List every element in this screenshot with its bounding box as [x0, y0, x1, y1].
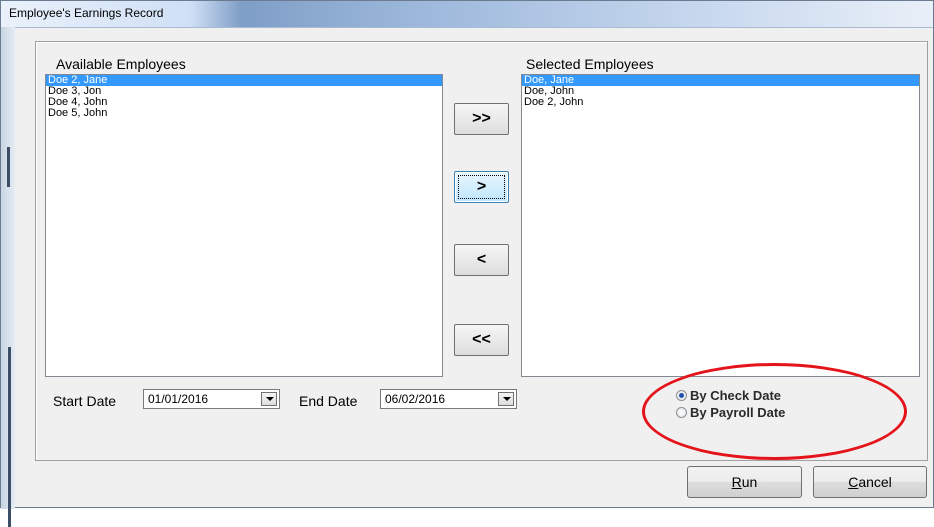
chevron-down-icon[interactable]	[498, 392, 514, 406]
start-date-label: Start Date	[53, 393, 117, 409]
available-employees-label: Available Employees	[56, 56, 186, 72]
cancel-button[interactable]: Cancel	[813, 466, 927, 498]
highlight-oval	[642, 363, 907, 460]
list-item[interactable]: Doe, Jane	[522, 75, 919, 86]
add-all-button[interactable]: >>	[454, 103, 509, 135]
run-button[interactable]: Run	[687, 466, 802, 498]
available-employees-list[interactable]: Doe 2, Jane Doe 3, Jon Doe 4, John Doe 5…	[45, 74, 443, 377]
list-item[interactable]: Doe 2, John	[522, 97, 919, 108]
add-selected-button[interactable]: >	[454, 171, 509, 203]
title-bar[interactable]: Employee's Earnings Record	[1, 1, 933, 28]
list-item[interactable]: Doe 2, Jane	[46, 75, 442, 86]
window-side-strip	[1, 27, 15, 527]
chevron-down-icon[interactable]	[261, 392, 277, 406]
start-date-value: 01/01/2016	[148, 392, 209, 406]
dialog-window: Employee's Earnings Record Available Emp…	[0, 0, 934, 527]
list-item[interactable]: Doe 5, John	[46, 108, 442, 119]
remove-selected-button[interactable]: <	[454, 244, 509, 276]
selected-employees-list[interactable]: Doe, Jane Doe, John Doe 2, John	[521, 74, 920, 377]
cancel-mnemonic: C	[848, 474, 859, 490]
start-date-picker[interactable]: 01/01/2016	[143, 389, 280, 409]
run-label-rest: un	[741, 474, 758, 490]
cancel-label-rest: ancel	[858, 474, 892, 490]
remove-all-button[interactable]: <<	[454, 324, 509, 356]
end-date-picker[interactable]: 06/02/2016	[380, 389, 517, 409]
selected-employees-label: Selected Employees	[526, 56, 654, 72]
run-mnemonic: R	[731, 474, 742, 490]
end-date-value: 06/02/2016	[385, 392, 446, 406]
end-date-label: End Date	[299, 393, 358, 409]
window-title: Employee's Earnings Record	[9, 6, 164, 20]
